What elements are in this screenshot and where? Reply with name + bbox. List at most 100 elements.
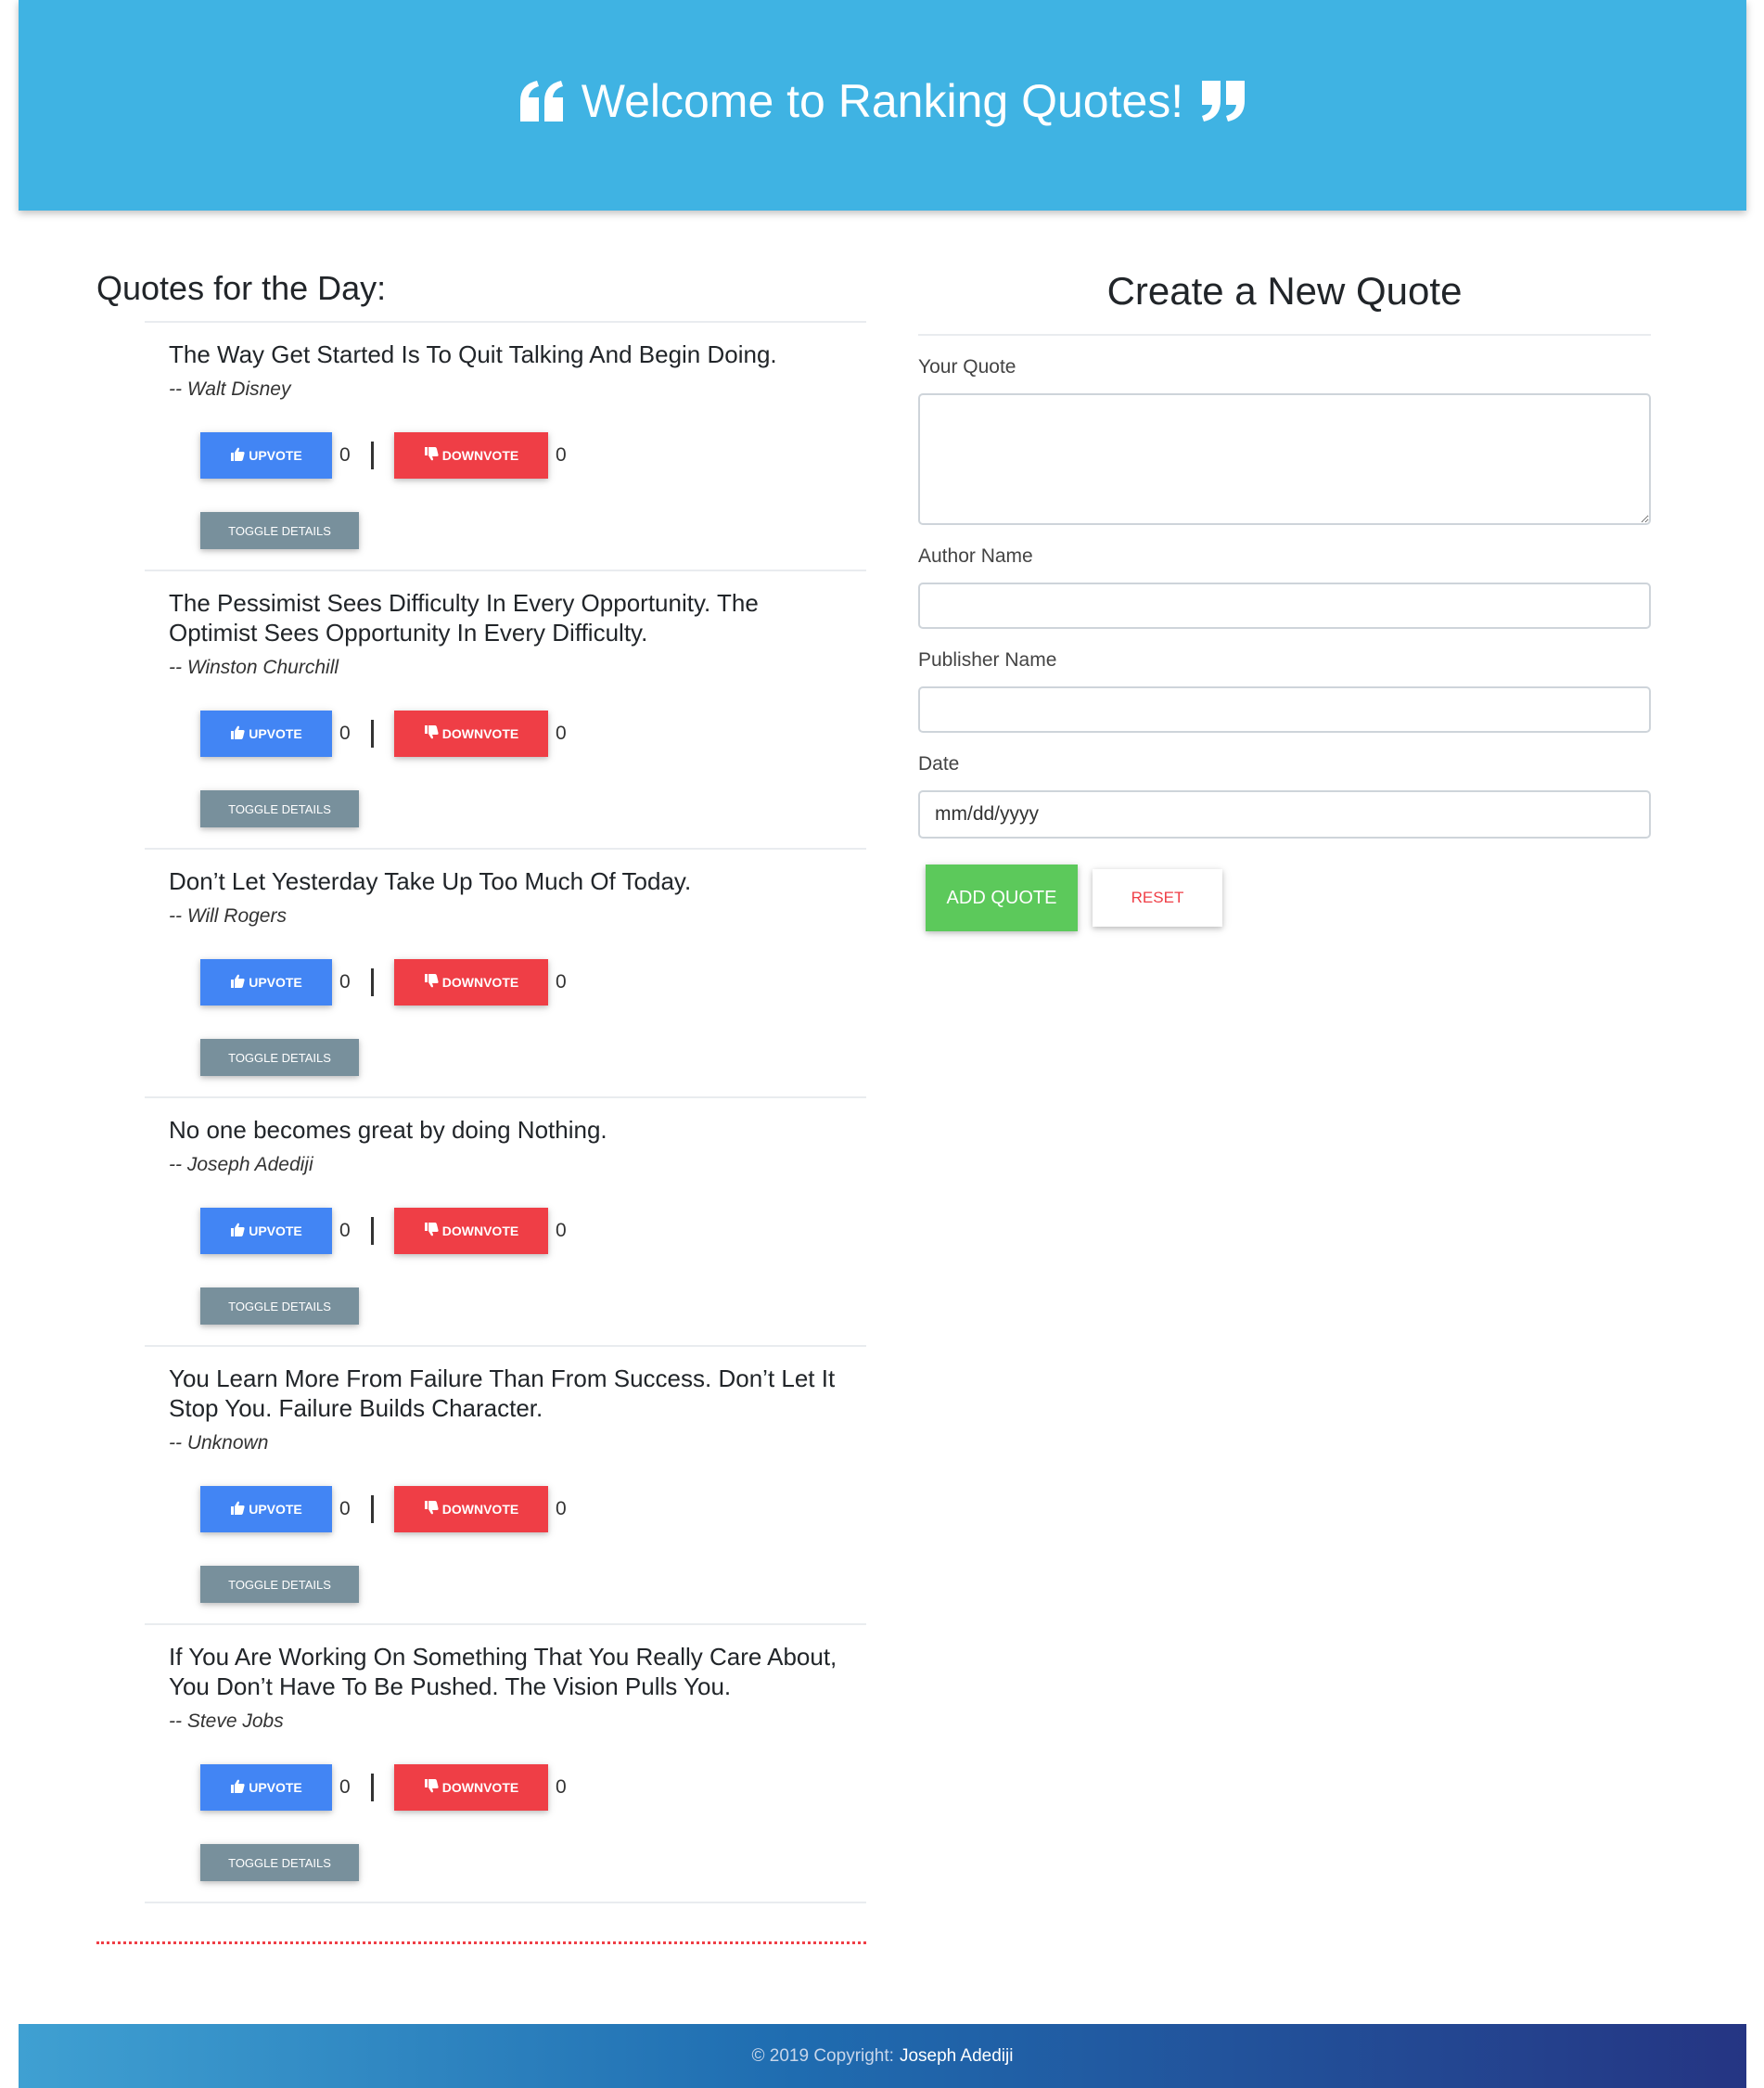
toggle-details-button[interactable]: TOGGLE DETAILS — [200, 790, 359, 827]
quote-author: -- Joseph Adediji — [169, 1154, 313, 1175]
section-divider — [96, 1941, 866, 1944]
upvote-count: 0 — [339, 1776, 351, 1798]
thumbs-down-icon — [424, 447, 439, 464]
toggle-details-button[interactable]: TOGGLE DETAILS — [200, 1039, 359, 1076]
footer-owner-link[interactable]: Joseph Adediji — [900, 2046, 1014, 2067]
upvote-label: UPVOTE — [249, 448, 302, 463]
upvote-button[interactable]: UPVOTE — [200, 711, 332, 757]
quote-text: The Way Get Started Is To Quit Talking A… — [169, 340, 777, 368]
downvote-count: 0 — [556, 1498, 567, 1519]
quote-author: -- Winston Churchill — [169, 657, 339, 678]
quote-text: No one becomes great by doing Nothing. — [169, 1116, 607, 1144]
quote-text: You Learn More From Failure Than From Su… — [169, 1364, 836, 1422]
upvote-count: 0 — [339, 723, 351, 744]
date-label: Date — [918, 753, 960, 775]
thumbs-up-icon — [230, 447, 245, 464]
vote-row: UPVOTE 0 DOWNVOTE 0 — [200, 1764, 842, 1811]
upvote-label: UPVOTE — [249, 1502, 302, 1517]
page-header: Welcome to Ranking Quotes! — [19, 0, 1746, 211]
quote-author: -- Unknown — [169, 1432, 269, 1454]
quote-item: The Way Get Started Is To Quit Talking A… — [145, 323, 866, 571]
quote-text: If You Are Working On Something That You… — [169, 1643, 837, 1700]
publisher-field[interactable] — [918, 686, 1651, 733]
upvote-count: 0 — [339, 1220, 351, 1241]
quote-right-icon — [1198, 79, 1246, 123]
downvote-button[interactable]: DOWNVOTE — [394, 432, 548, 479]
upvote-button[interactable]: UPVOTE — [200, 959, 332, 1006]
downvote-label: DOWNVOTE — [441, 726, 519, 741]
quote-label: Your Quote — [918, 356, 1016, 378]
upvote-button[interactable]: UPVOTE — [200, 1486, 332, 1532]
upvote-label: UPVOTE — [249, 1223, 302, 1238]
quotes-section-title: Quotes for the Day: — [96, 269, 387, 307]
vote-row: UPVOTE 0 DOWNVOTE 0 — [200, 959, 842, 1006]
thumbs-up-icon — [230, 974, 245, 991]
quote-author: -- Walt Disney — [169, 378, 291, 400]
downvote-label: DOWNVOTE — [441, 448, 519, 463]
thumbs-down-icon — [424, 1779, 439, 1796]
author-label: Author Name — [918, 545, 1033, 567]
downvote-button[interactable]: DOWNVOTE — [394, 1208, 548, 1254]
quote-item: You Learn More From Failure Than From Su… — [145, 1347, 866, 1625]
reset-button[interactable]: RESET — [1093, 869, 1222, 927]
publisher-label: Publisher Name — [918, 649, 1057, 671]
upvote-label: UPVOTE — [249, 975, 302, 990]
vote-separator — [371, 1774, 374, 1801]
downvote-count: 0 — [556, 1776, 567, 1798]
footer-copyright: © 2019 Copyright: — [751, 2045, 894, 2066]
toggle-details-button[interactable]: TOGGLE DETAILS — [200, 1287, 359, 1325]
vote-row: UPVOTE 0 DOWNVOTE 0 — [200, 432, 842, 479]
thumbs-down-icon — [424, 1501, 439, 1518]
form-buttons: ADD QUOTE RESET — [926, 865, 1651, 931]
form-title: Create a New Quote — [918, 269, 1651, 336]
thumbs-down-icon — [424, 974, 439, 991]
downvote-label: DOWNVOTE — [441, 975, 519, 990]
quote-textarea[interactable] — [918, 393, 1651, 525]
vote-separator — [371, 442, 374, 469]
quote-item: The Pessimist Sees Difficulty In Every O… — [145, 571, 866, 850]
upvote-button[interactable]: UPVOTE — [200, 432, 332, 479]
thumbs-up-icon — [230, 1223, 245, 1239]
quote-item: No one becomes great by doing Nothing. --… — [145, 1098, 866, 1347]
thumbs-down-icon — [424, 725, 439, 742]
thumbs-up-icon — [230, 1501, 245, 1518]
author-field[interactable] — [918, 583, 1651, 629]
vote-row: UPVOTE 0 DOWNVOTE 0 — [200, 711, 842, 757]
thumbs-up-icon — [230, 1779, 245, 1796]
page-footer: © 2019 Copyright: Joseph Adediji — [19, 2024, 1746, 2088]
downvote-label: DOWNVOTE — [441, 1223, 519, 1238]
upvote-button[interactable]: UPVOTE — [200, 1208, 332, 1254]
upvote-label: UPVOTE — [249, 1780, 302, 1795]
quote-author: -- Will Rogers — [169, 905, 287, 927]
quotes-section: Quotes for the Day: — [96, 269, 866, 308]
quote-list: The Way Get Started Is To Quit Talking A… — [145, 321, 866, 1903]
downvote-count: 0 — [556, 971, 567, 993]
add-quote-button[interactable]: ADD QUOTE — [926, 865, 1078, 931]
new-quote-form: Create a New Quote Your Quote Author Nam… — [918, 269, 1651, 931]
downvote-label: DOWNVOTE — [441, 1502, 519, 1517]
toggle-details-button[interactable]: TOGGLE DETAILS — [200, 512, 359, 549]
thumbs-down-icon — [424, 1223, 439, 1239]
downvote-count: 0 — [556, 1220, 567, 1241]
upvote-count: 0 — [339, 444, 351, 466]
upvote-count: 0 — [339, 971, 351, 993]
quote-text: Don’t Let Yesterday Take Up Too Much Of … — [169, 867, 692, 895]
upvote-button[interactable]: UPVOTE — [200, 1764, 332, 1811]
downvote-button[interactable]: DOWNVOTE — [394, 959, 548, 1006]
quote-left-icon — [518, 79, 567, 123]
vote-separator — [371, 1495, 374, 1523]
downvote-button[interactable]: DOWNVOTE — [394, 711, 548, 757]
vote-row: UPVOTE 0 DOWNVOTE 0 — [200, 1486, 842, 1532]
vote-separator — [371, 720, 374, 748]
downvote-button[interactable]: DOWNVOTE — [394, 1764, 548, 1811]
toggle-details-button[interactable]: TOGGLE DETAILS — [200, 1566, 359, 1603]
date-field[interactable]: mm/dd/yyyy — [918, 790, 1651, 839]
downvote-count: 0 — [556, 444, 567, 466]
date-placeholder: mm/dd/yyyy — [935, 803, 1040, 825]
vote-row: UPVOTE 0 DOWNVOTE 0 — [200, 1208, 842, 1254]
downvote-button[interactable]: DOWNVOTE — [394, 1486, 548, 1532]
thumbs-up-icon — [230, 725, 245, 742]
upvote-count: 0 — [339, 1498, 351, 1519]
toggle-details-button[interactable]: TOGGLE DETAILS — [200, 1844, 359, 1881]
page-title: Welcome to Ranking Quotes! — [518, 74, 1246, 128]
